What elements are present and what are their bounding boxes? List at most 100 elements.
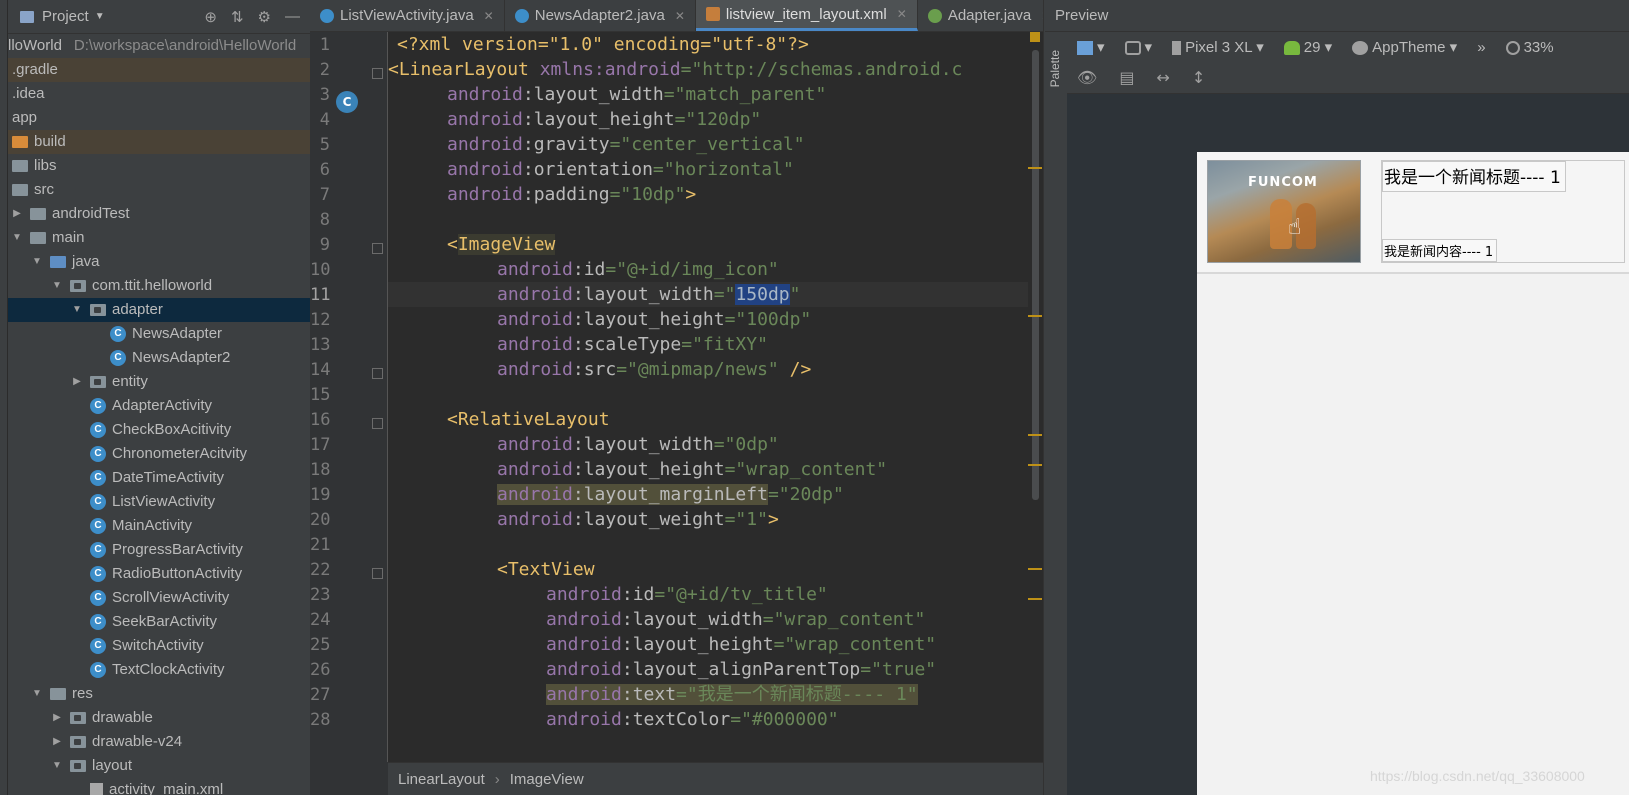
fold-icon[interactable] — [372, 368, 383, 379]
error-stripe-mark[interactable] — [1028, 598, 1042, 600]
tree-item-drawable[interactable]: ▶ drawable — [8, 706, 310, 730]
tree-item-entity[interactable]: ▶ entity — [8, 370, 310, 394]
design-surface-button[interactable]: ▾ — [1077, 38, 1105, 56]
chevron-down-icon[interactable]: ▼ — [50, 274, 64, 298]
tree-item-class[interactable]: C RadioButtonActivity — [8, 562, 310, 586]
code-line: android:layout_height="wrap_content" — [546, 632, 936, 657]
code-line: android:id="@+id/tv_title" — [546, 582, 828, 607]
tree-item-main[interactable]: ▼ main — [8, 226, 310, 250]
tree-item-gradle[interactable]: .gradle — [8, 58, 310, 82]
chevron-down-icon[interactable]: ▼ — [30, 250, 44, 274]
tree-item-class[interactable]: C TextClockActivity — [8, 658, 310, 682]
zoom-control[interactable]: 33% — [1505, 39, 1554, 56]
code-area[interactable]: <?xml version="1.0" encoding="utf-8"?> <… — [388, 32, 1028, 762]
class-gutter-icon[interactable]: C — [336, 91, 358, 113]
minimize-icon[interactable]: — — [285, 8, 300, 26]
fold-icon[interactable] — [372, 243, 383, 254]
tree-item-package[interactable]: ▼ com.ttit.helloworld — [8, 274, 310, 298]
more-icon[interactable]: » — [1477, 39, 1485, 56]
tree-item-java[interactable]: ▼ java — [8, 250, 310, 274]
tree-item-build[interactable]: build — [8, 130, 310, 154]
relative-layout-box[interactable]: 我是一个新闻标题---- 1 我是新闻内容---- 1 — [1381, 160, 1625, 263]
tree-item-class[interactable]: C DateTimeActivity — [8, 466, 310, 490]
error-stripe-mark[interactable] — [1028, 434, 1042, 436]
error-stripe-mark[interactable] — [1028, 167, 1042, 169]
horizontal-resize-icon[interactable]: ↔ — [1156, 68, 1169, 87]
tree-item-newsadapter[interactable]: C NewsAdapter — [8, 322, 310, 346]
tree-item-xml-file[interactable]: activity_main.xml — [8, 778, 310, 795]
tab-newsadapter2[interactable]: NewsAdapter2.java ✕ — [505, 0, 696, 31]
eye-icon[interactable]: 👁 — [1077, 68, 1097, 87]
locate-icon[interactable]: ⊕ — [204, 8, 217, 26]
collapse-all-icon[interactable]: ⇅ — [231, 8, 244, 26]
chevron-down-icon[interactable]: ▼ — [70, 298, 84, 322]
tree-item-app[interactable]: app — [8, 106, 310, 130]
tree-item-class[interactable]: C ListViewActivity — [8, 490, 310, 514]
fold-icon[interactable] — [372, 568, 383, 579]
breadcrumb-item[interactable]: LinearLayout — [398, 771, 485, 788]
tab-adapter[interactable]: Adapter.java ✕ — [918, 0, 1063, 31]
code-token: android — [497, 484, 573, 505]
tree-item-adapter[interactable]: ▼ adapter — [8, 298, 310, 322]
fold-icon[interactable] — [372, 68, 383, 79]
chevron-right-icon[interactable]: ▶ — [50, 730, 64, 754]
line-number-gutter[interactable]: 1 2 3 4 5 6 7 8 9 10 11 12 13 14 15 16 1… — [310, 32, 388, 762]
close-icon[interactable]: ✕ — [484, 9, 494, 23]
scroll-thumb[interactable] — [1032, 50, 1039, 500]
code-token: ="100dp" — [724, 309, 812, 330]
fold-icon[interactable] — [372, 418, 383, 429]
chevron-down-icon[interactable]: ▼ — [95, 11, 105, 22]
tab-listview-item-layout[interactable]: listview_item_layout.xml ✕ — [695, 0, 918, 31]
tree-item-newsadapter2[interactable]: C NewsAdapter2 — [8, 346, 310, 370]
chevron-right-icon[interactable]: ▶ — [70, 370, 84, 394]
tree-item-src[interactable]: src — [8, 178, 310, 202]
tree-item-androidtest[interactable]: ▶ androidTest — [8, 202, 310, 226]
theme-selector[interactable]: AppTheme ▾ — [1352, 38, 1457, 56]
chevron-down-icon[interactable]: ▼ — [50, 754, 64, 778]
tab-listviewactivity[interactable]: ListViewActivity.java ✕ — [310, 0, 505, 31]
device-selector[interactable]: Pixel 3 XL ▾ — [1172, 38, 1264, 56]
blueprint-icon[interactable]: ▤ — [1119, 68, 1134, 87]
tree-item-idea[interactable]: .idea — [8, 82, 310, 106]
error-stripe-mark[interactable] — [1028, 464, 1042, 466]
close-icon[interactable]: ✕ — [897, 7, 907, 21]
tree-item-class[interactable]: C SwitchActivity — [8, 634, 310, 658]
device-preview[interactable]: FUNCOM ☝ 我是一个新闻标题---- 1 我是新闻内容---- 1 — [1197, 152, 1629, 795]
tree-item-class[interactable]: C ScrollViewActivity — [8, 586, 310, 610]
tree-item-class[interactable]: C ChronometerAcitvity — [8, 442, 310, 466]
tree-item-layout[interactable]: ▼ layout — [8, 754, 310, 778]
code-token: android — [546, 584, 622, 605]
gear-icon[interactable]: ⚙ — [258, 8, 271, 26]
list-item-preview[interactable]: FUNCOM ☝ 我是一个新闻标题---- 1 我是新闻内容---- 1 — [1197, 152, 1629, 274]
warning-indicator[interactable] — [1030, 32, 1040, 42]
breadcrumb-item[interactable]: ImageView — [510, 771, 584, 788]
tree-item-class[interactable]: C CheckBoxAcitivity — [8, 418, 310, 442]
news-title[interactable]: 我是一个新闻标题---- 1 — [1382, 161, 1566, 192]
palette-tab[interactable]: Palette — [1048, 50, 1062, 87]
tree-item-class[interactable]: C MainActivity — [8, 514, 310, 538]
tree-item-res[interactable]: ▼ res — [8, 682, 310, 706]
vertical-resize-icon[interactable]: ↕ — [1192, 68, 1205, 87]
tree-item-drawable-v24[interactable]: ▶ drawable-v24 — [8, 730, 310, 754]
tree-item-libs[interactable]: libs — [8, 154, 310, 178]
error-stripe-mark[interactable] — [1028, 315, 1042, 317]
news-content[interactable]: 我是新闻内容---- 1 — [1382, 239, 1498, 262]
tree-item-class[interactable]: C ProgressBarActivity — [8, 538, 310, 562]
tree-item-root[interactable]: lloWorld D:\workspace\android\HelloWorld — [8, 34, 310, 58]
editor-scrollbar[interactable] — [1028, 32, 1043, 762]
project-title[interactable]: Project — [42, 8, 89, 25]
breadcrumb: LinearLayout › ImageView — [388, 762, 1043, 795]
news-image[interactable]: FUNCOM ☝ — [1207, 160, 1361, 263]
code-token: android — [497, 259, 573, 280]
chevron-down-icon[interactable]: ▼ — [30, 682, 44, 706]
api-selector[interactable]: 29 ▾ — [1283, 38, 1332, 56]
chevron-right-icon[interactable]: ▶ — [50, 706, 64, 730]
tree-item-class[interactable]: C SeekBarActivity — [8, 610, 310, 634]
chevron-right-icon[interactable]: ▶ — [10, 202, 24, 226]
tree-item-class[interactable]: C AdapterActivity — [8, 394, 310, 418]
close-icon[interactable]: ✕ — [675, 9, 685, 23]
tree-item-label: .gradle — [12, 61, 58, 78]
error-stripe-mark[interactable] — [1028, 568, 1042, 570]
orientation-button[interactable]: ▾ — [1124, 38, 1152, 56]
chevron-down-icon[interactable]: ▼ — [10, 226, 24, 250]
